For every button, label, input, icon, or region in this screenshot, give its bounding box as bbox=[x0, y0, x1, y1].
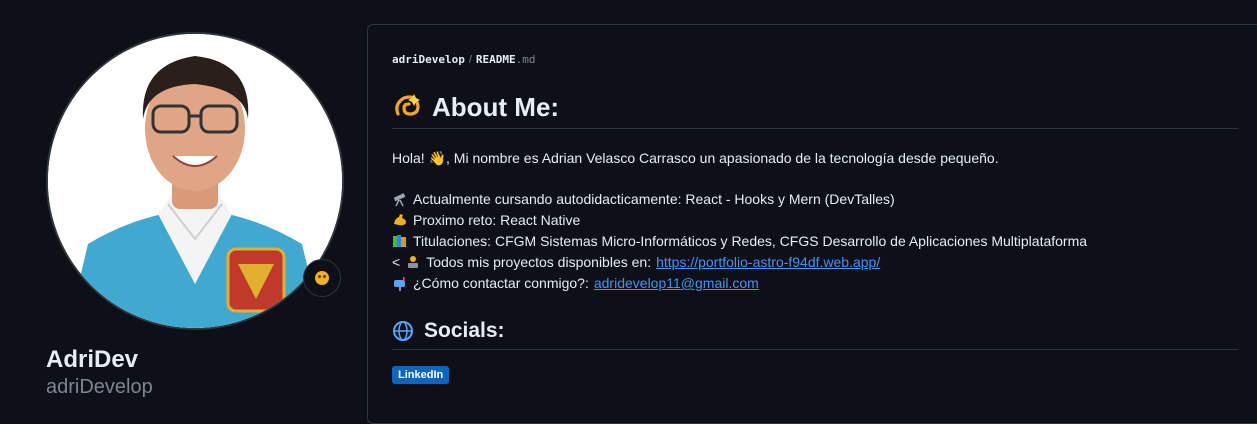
list-item: Proximo reto: React Native bbox=[392, 210, 580, 230]
readme-card: adriDevelop / README.md About Me: Hola! … bbox=[367, 24, 1257, 424]
projects-line: < Todos mis proyectos disponibles en: ht… bbox=[392, 252, 881, 272]
list-item: Actualmente cursando autodidacticamente:… bbox=[392, 189, 895, 209]
about-heading: About Me: bbox=[432, 91, 560, 122]
books-icon bbox=[393, 235, 406, 247]
profile-display-name: AdriDev bbox=[46, 346, 139, 373]
heading-divider bbox=[392, 349, 1238, 350]
profile-avatar[interactable] bbox=[46, 32, 344, 330]
socials-heading: Socials: bbox=[424, 319, 505, 342]
smiley-icon bbox=[315, 271, 329, 285]
email-link[interactable]: adridevelop11@gmail.com bbox=[594, 273, 759, 293]
contact-line: ¿Cómo contactar conmigo?: adridevelop11@… bbox=[392, 273, 759, 293]
globe-icon bbox=[393, 321, 413, 341]
breadcrumb-file-link[interactable]: README.md bbox=[476, 53, 536, 66]
about-heading-row: About Me: bbox=[392, 87, 1238, 127]
flexed-biceps-icon bbox=[394, 214, 406, 226]
portfolio-link[interactable]: https://portfolio-astro-f94df.web.app/ bbox=[656, 252, 880, 272]
list-item: Titulaciones: CFGM Sistemas Micro-Inform… bbox=[392, 231, 1087, 251]
socials-heading-row: Socials: bbox=[392, 315, 1238, 347]
technologist-icon bbox=[408, 256, 419, 268]
mailbox-icon bbox=[394, 277, 405, 291]
intro-paragraph: Hola! 👋, Mi nombre es Adrian Velasco Car… bbox=[392, 150, 999, 166]
profile-username: adriDevelop bbox=[46, 376, 153, 398]
dizzy-icon bbox=[395, 94, 420, 116]
telescope-icon bbox=[393, 193, 406, 207]
breadcrumb-owner-link[interactable]: adriDevelop bbox=[392, 53, 465, 66]
breadcrumb-separator: / bbox=[468, 53, 472, 66]
set-status-button[interactable] bbox=[303, 259, 341, 297]
linkedin-badge[interactable]: LinkedIn bbox=[392, 366, 450, 384]
breadcrumb: adriDevelop / README.md bbox=[392, 53, 536, 66]
heading-divider bbox=[392, 128, 1238, 129]
